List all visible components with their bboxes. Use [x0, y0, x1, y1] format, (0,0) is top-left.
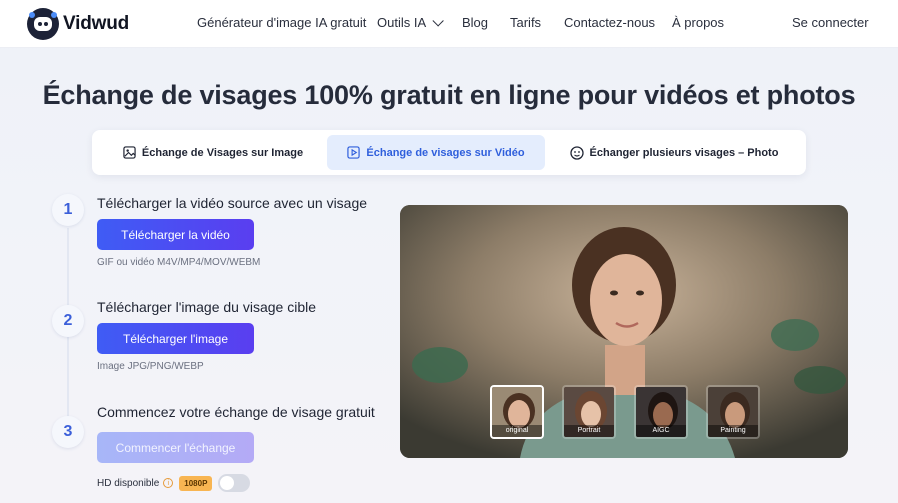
step-1-title: Télécharger la vidéo source avec un visa… — [97, 195, 368, 211]
hd-option-row: HD disponible i 1080P — [97, 474, 251, 492]
resolution-badge: 1080P — [179, 475, 213, 491]
step-2-title: Télécharger l'image du visage cible — [97, 299, 317, 315]
tab-multi-face-swap[interactable]: Échanger plusieurs visages – Photo — [550, 135, 798, 170]
chevron-down-icon — [432, 14, 444, 27]
nav-link-about[interactable]: À propos — [672, 15, 724, 30]
mode-tabs: Échange de Visages sur Image Échange de … — [92, 130, 806, 175]
tab-label: Échanger plusieurs visages – Photo — [589, 146, 779, 159]
info-icon[interactable]: i — [163, 478, 174, 488]
thumbnail-caption: AIGC — [636, 425, 686, 437]
nav-dropdown-ai-tools[interactable]: Outils IA — [377, 14, 444, 30]
nav-link-blog[interactable]: Blog — [462, 15, 488, 30]
sign-in-link[interactable]: Se connecter — [792, 15, 869, 30]
image-format-hint: Image JPG/PNG/WEBP — [97, 361, 204, 372]
preview-image: original Portrait AIGC Painting — [400, 205, 848, 458]
tab-video-face-swap[interactable]: Échange de visages sur Vidéo — [327, 135, 545, 170]
thumbnail-painting[interactable]: Painting — [706, 385, 760, 439]
nav-dropdown-label: Outils IA — [377, 15, 427, 30]
multi-face-icon — [569, 145, 584, 160]
upload-image-button[interactable]: Télécharger l'image — [97, 323, 254, 354]
nav-link-pricing[interactable]: Tarifs — [510, 15, 541, 30]
step-number-3: 3 — [52, 416, 84, 448]
hd-toggle[interactable] — [218, 474, 251, 492]
thumbnail-aigc[interactable]: AIGC — [634, 385, 688, 439]
thumbnail-portrait[interactable]: Portrait — [562, 385, 616, 439]
page-title: Échange de visages 100% gratuit en ligne… — [42, 80, 856, 110]
nav-link-ai-image-generator[interactable]: Générateur d'image IA gratuit — [197, 15, 366, 30]
step-connector — [67, 228, 69, 310]
step-3-title: Commencez votre échange de visage gratui… — [97, 404, 375, 420]
video-format-hint: GIF ou vidéo M4V/MP4/MOV/WEBM — [97, 257, 261, 268]
hd-label: HD disponible — [97, 477, 160, 489]
tab-label: Échange de Visages sur Image — [141, 146, 304, 159]
brand-name: Vidwud — [63, 13, 130, 34]
tab-image-face-swap[interactable]: Échange de Visages sur Image — [100, 135, 326, 170]
start-swap-button[interactable]: Commencer l'échange — [97, 432, 254, 463]
portrait-illustration — [400, 205, 848, 458]
image-icon — [123, 146, 136, 159]
step-number-2: 2 — [52, 305, 84, 337]
thumbnail-caption: Painting — [708, 425, 758, 437]
thumbnail-caption: Portrait — [564, 425, 614, 437]
robot-logo-icon — [27, 8, 59, 40]
video-play-icon — [347, 146, 361, 159]
thumbnail-caption: original — [492, 425, 542, 437]
top-navigation: Vidwud Générateur d'image IA gratuit Out… — [0, 0, 898, 48]
upload-video-button[interactable]: Télécharger la vidéo — [97, 219, 254, 250]
tab-label: Échange de visages sur Vidéo — [366, 146, 525, 159]
step-connector — [67, 336, 69, 418]
brand-logo[interactable]: Vidwud — [27, 8, 129, 40]
nav-link-contact[interactable]: Contactez-nous — [564, 15, 655, 30]
step-number-1: 1 — [52, 194, 84, 226]
toggle-knob — [220, 476, 235, 490]
thumbnail-original[interactable]: original — [490, 385, 544, 439]
